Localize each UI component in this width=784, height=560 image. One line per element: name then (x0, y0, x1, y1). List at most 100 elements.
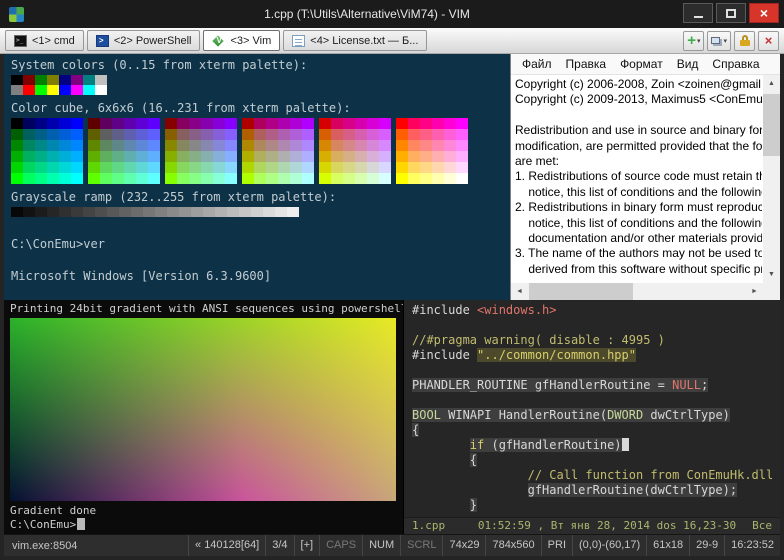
status-cell: 61x18 (646, 535, 689, 556)
tab-powershell[interactable]: <2> PowerShell (87, 30, 201, 51)
app-icon[interactable] (9, 7, 24, 22)
color-swatch (11, 85, 23, 95)
color-swatch (35, 85, 47, 95)
color-swatch (95, 85, 107, 95)
gray-swatch (119, 207, 131, 217)
code-line: //#pragma warning( disable : 4995 ) (412, 333, 780, 348)
gray-swatch (131, 207, 143, 217)
tab-license[interactable]: <4> License.txt — Б... (283, 30, 427, 51)
powershell-pane[interactable]: Printing 24bit gradient with ANSI sequen… (4, 300, 403, 534)
cmd-ver-output: Microsoft Windows [Version 6.3.9600] (11, 268, 510, 284)
tab-label: <1> cmd (32, 35, 75, 47)
gray-swatch (83, 207, 95, 217)
vim-code: #include <windows.h> //#pragma warning( … (412, 303, 780, 513)
menu-format[interactable]: Формат (613, 57, 670, 71)
color-cube-block (242, 118, 314, 184)
color-swatch (23, 75, 35, 85)
titlebar[interactable]: 1.cpp (T:\Utils\Alternative\ViM74) - VIM… (0, 0, 784, 28)
vim-statusline: 1.cpp 01:52:59 , Вт янв 28, 2014 dos 16,… (404, 517, 780, 534)
vim-icon (212, 35, 225, 47)
tab-label: <2> PowerShell (114, 35, 192, 47)
color-swatch (83, 85, 95, 95)
code-line: gfHandlerRoutine(dwCtrlType); (412, 483, 780, 498)
gray-swatch (23, 207, 35, 217)
color-cube-block (396, 118, 468, 184)
scroll-up-arrow-icon[interactable]: ▲ (763, 75, 780, 92)
chevron-down-icon: ▾ (723, 37, 727, 45)
close-button[interactable]: × (749, 3, 779, 23)
menu-view[interactable]: Вид (670, 57, 706, 71)
scroll-left-arrow-icon[interactable]: ◄ (511, 283, 528, 300)
gray-swatch (107, 207, 119, 217)
ansi-gradient (10, 318, 396, 501)
color-swatch (95, 75, 107, 85)
scroll-right-arrow-icon[interactable]: ► (746, 283, 763, 300)
color-swatch (71, 75, 83, 85)
statusbar-items: « 140128[64]3/4[+]CAPSNUMSCRL74x29784x56… (188, 535, 780, 556)
window-switch-button[interactable]: ▾ (707, 31, 731, 51)
gray-swatch (95, 207, 107, 217)
vertical-scrollbar-thumb[interactable] (763, 94, 780, 156)
color-cube-block (88, 118, 160, 184)
code-line: { (412, 453, 780, 468)
notepad-menubar: Файл Правка Формат Вид Справка (511, 54, 780, 75)
vim-pane[interactable]: #include <windows.h> //#pragma warning( … (403, 300, 780, 534)
scrollbar-corner (763, 283, 780, 300)
menu-edit[interactable]: Правка (559, 57, 614, 71)
code-line: } (412, 498, 780, 513)
color-cube-block (319, 118, 391, 184)
minimize-button[interactable] (683, 3, 713, 23)
tabbar: <1> cmd <2> PowerShell <3> Vim <4> Licen… (0, 28, 784, 54)
gray-swatch (287, 207, 299, 217)
code-line (412, 393, 780, 408)
caption-buttons: × (683, 3, 779, 23)
horizontal-scrollbar-thumb[interactable] (529, 283, 633, 300)
tabbar-toolbar: + ▾ ▾ × (683, 31, 779, 51)
tab-label: <3> Vim (230, 35, 271, 47)
status-cell: 29-9 (689, 535, 724, 556)
code-line: #include "../common/common.hpp" (412, 348, 780, 363)
status-cell: « 140128[64] (188, 535, 265, 556)
color-cube-block (165, 118, 237, 184)
close-icon: × (765, 34, 773, 47)
tab-cmd[interactable]: <1> cmd (5, 30, 84, 51)
code-line: if (gfHandlerRoutine) (412, 438, 780, 453)
gray-swatch (215, 207, 227, 217)
color-swatch (47, 85, 59, 95)
new-console-button[interactable]: + ▾ (683, 31, 704, 51)
color-swatch (11, 75, 23, 85)
code-line: #include <windows.h> (412, 303, 780, 318)
close-console-button[interactable]: × (758, 31, 779, 51)
gray-swatch (191, 207, 203, 217)
cmd-line-color-cube: Color cube, 6x6x6 (16..231 from xterm pa… (11, 100, 510, 116)
menu-file[interactable]: Файл (515, 57, 559, 71)
lock-icon (740, 35, 750, 46)
gray-swatch (251, 207, 263, 217)
blank-line (11, 252, 510, 268)
maximize-icon (726, 9, 736, 18)
gray-swatch (71, 207, 83, 217)
process-info[interactable]: vim.exe:8504 (4, 540, 85, 552)
color-swatch (71, 85, 83, 95)
cmd-pane[interactable]: System colors (0..15 from xterm palette)… (4, 54, 510, 300)
vim-status-position: Все (752, 518, 772, 534)
menu-help[interactable]: Справка (705, 57, 766, 71)
maximize-button[interactable] (716, 3, 746, 23)
color-swatch (23, 85, 35, 95)
gray-swatch (227, 207, 239, 217)
tab-vim[interactable]: <3> Vim (203, 30, 280, 51)
scroll-down-arrow-icon[interactable]: ▼ (763, 266, 780, 283)
notepad-text[interactable]: Copyright (c) 2006-2008, Zoin <zoinen@gm… (515, 77, 762, 282)
vim-status-info: 01:52:59 , Вт янв 28, 2014 dos 16,23-30 (478, 518, 736, 534)
vertical-scrollbar[interactable]: ▲ ▼ (763, 75, 780, 283)
lock-button[interactable] (734, 31, 755, 51)
ps-gradient-caption: Printing 24bit gradient with ANSI sequen… (10, 302, 403, 316)
cmd-prompt-ver: C:\ConEmu>ver (11, 236, 510, 252)
system-colors-swatch (11, 75, 510, 95)
plus-icon: + (687, 33, 696, 48)
gray-swatch (239, 207, 251, 217)
status-cell: 784x560 (485, 535, 540, 556)
window-icon (711, 37, 720, 44)
horizontal-scrollbar[interactable]: ◄ ► (511, 283, 763, 300)
color-swatch (83, 75, 95, 85)
